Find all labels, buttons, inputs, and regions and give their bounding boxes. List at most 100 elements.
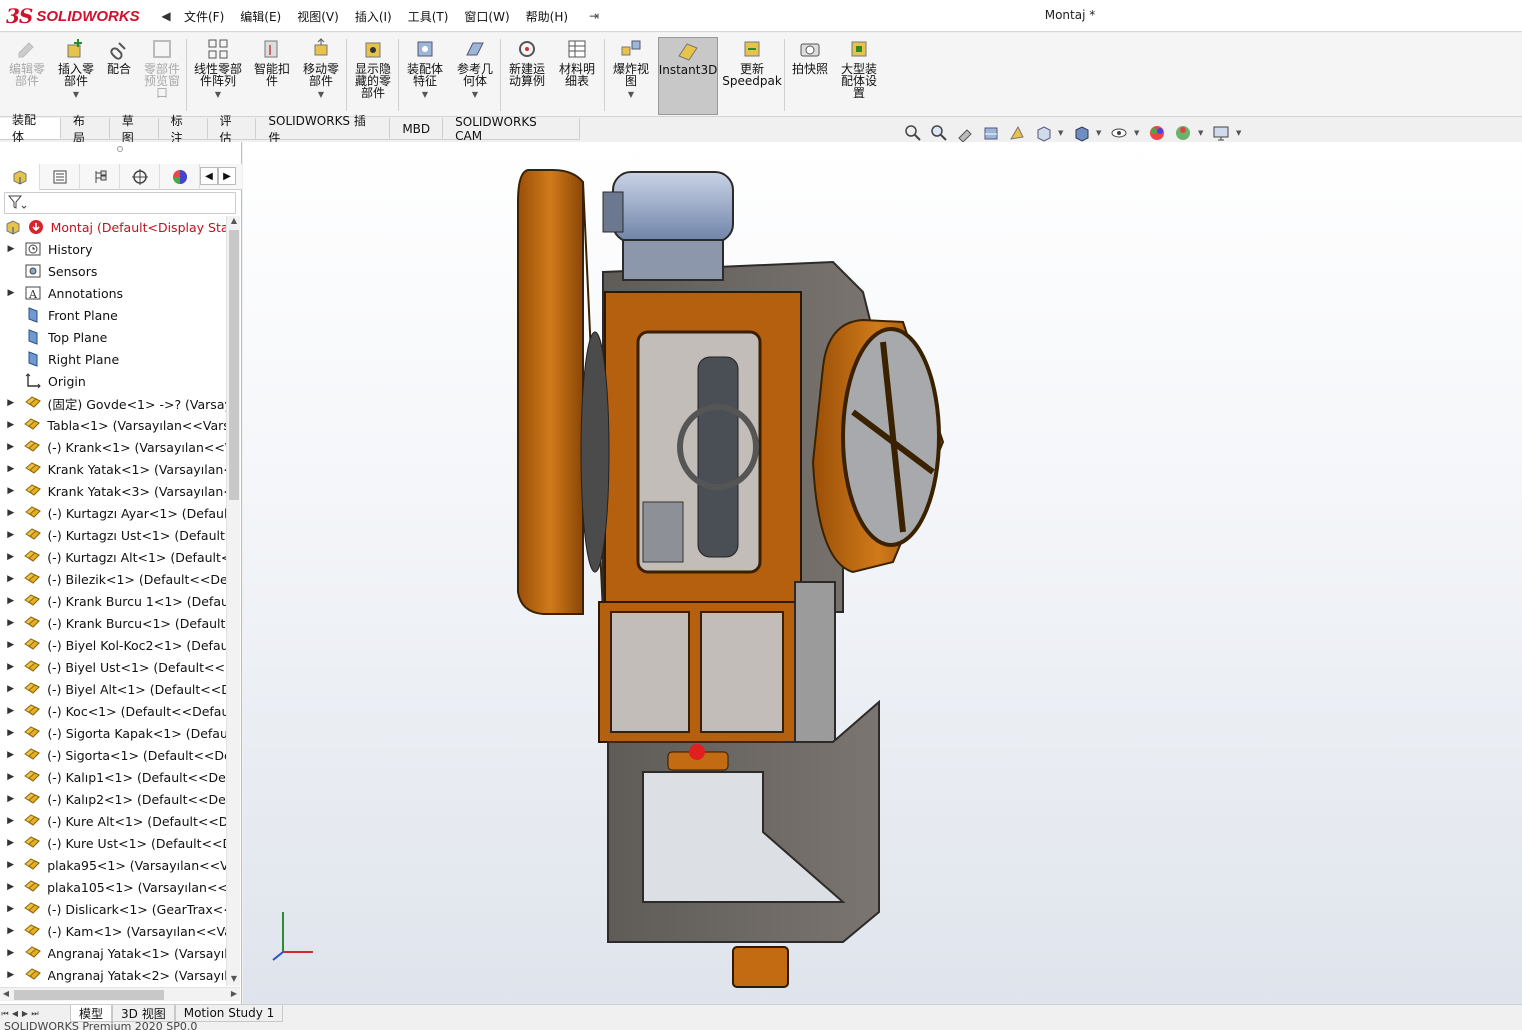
exploded-view-button[interactable]: 爆炸视 图 ▼: [608, 37, 654, 115]
last-tab-icon[interactable]: ⏭: [30, 1009, 40, 1019]
tree-item[interactable]: Sensors: [0, 260, 226, 282]
chevron-down-icon[interactable]: ▼: [472, 89, 478, 101]
tree-item[interactable]: ▶ Krank Yatak<1> (Varsayılan<: [0, 458, 226, 480]
tab-display-manager[interactable]: [160, 164, 200, 190]
hide-show-items-button[interactable]: [1108, 123, 1130, 143]
tree-item[interactable]: Right Plane: [0, 348, 226, 370]
chevron-down-icon[interactable]: ▼: [1198, 129, 1206, 137]
expand-arrow-icon[interactable]: ▶: [6, 442, 15, 452]
chevron-down-icon[interactable]: ▼: [318, 89, 324, 101]
expand-arrow-icon[interactable]: ▶: [6, 420, 15, 430]
expand-arrow-icon[interactable]: ▶: [6, 464, 16, 474]
chevron-down-icon[interactable]: ▼: [628, 89, 634, 101]
solidworks-logo[interactable]: 3S SOLIDWORKS: [6, 2, 154, 30]
move-component-button[interactable]: 移动零 部件 ▼: [298, 37, 344, 115]
tree-item[interactable]: Top Plane: [0, 326, 226, 348]
insert-components-button[interactable]: 插入零 部件 ▼: [54, 37, 98, 115]
tree-item[interactable]: ▶ (-) Dislicark<1> (GearTrax<<V: [0, 898, 226, 920]
scrollbar-thumb[interactable]: [14, 990, 164, 1000]
tab-mbd[interactable]: MBD: [390, 118, 444, 139]
expand-arrow-icon[interactable]: ▶: [6, 860, 15, 870]
chevron-down-icon[interactable]: ▼: [73, 89, 79, 101]
tree-item[interactable]: ▶ (-) Kure Alt<1> (Default<<Def: [0, 810, 226, 832]
expand-arrow-icon[interactable]: ▶: [6, 706, 15, 716]
expand-arrow-icon[interactable]: ▶: [6, 882, 15, 892]
tree-root-assembly[interactable]: Montaj (Default<Display State: [0, 216, 226, 238]
tree-item[interactable]: ▶ (-) Koc<1> (Default<<Default: [0, 700, 226, 722]
tab-motion-study-1[interactable]: Motion Study 1: [174, 1005, 284, 1022]
press-machine-model[interactable]: [243, 142, 1522, 1004]
tabs-scroll-left-icon[interactable]: ◀: [200, 167, 218, 185]
menu-edit[interactable]: 编辑(E): [232, 8, 289, 25]
expand-arrow-icon[interactable]: ▶: [6, 662, 15, 672]
update-speedpak-button[interactable]: 更新 Speedpak: [722, 37, 782, 115]
tree-item[interactable]: ▶ (-) Biyel Ust<1> (Default<<De: [0, 656, 226, 678]
tree-item[interactable]: Origin: [0, 370, 226, 392]
expand-arrow-icon[interactable]: ▶: [6, 926, 15, 936]
tree-item[interactable]: ▶ (-) Krank<1> (Varsayılan<<Va: [0, 436, 226, 458]
tree-item[interactable]: ▶ Krank Yatak<3> (Varsayılan<: [0, 480, 226, 502]
expand-arrow-icon[interactable]: ▶: [6, 794, 15, 804]
apply-scene-button[interactable]: [1172, 123, 1194, 143]
menu-help[interactable]: 帮助(H): [518, 8, 576, 25]
pin-menu-icon[interactable]: ⇥: [582, 9, 606, 23]
tree-item[interactable]: ▶ (-) Sigorta<1> (Default<<Defa: [0, 744, 226, 766]
chevron-down-icon[interactable]: ▼: [1096, 129, 1104, 137]
expand-arrow-icon[interactable]: ▶: [6, 904, 15, 914]
tab-configuration-manager[interactable]: [80, 164, 120, 190]
menu-expand-arrow-icon[interactable]: ◀: [156, 9, 176, 23]
edit-component-button[interactable]: 编辑零 部件: [6, 37, 48, 115]
expand-arrow-icon[interactable]: ▶: [6, 574, 15, 584]
scroll-up-icon[interactable]: ▲: [228, 216, 240, 228]
expand-arrow-icon[interactable]: ▶: [6, 530, 16, 540]
expand-arrow-icon[interactable]: ▶: [6, 948, 16, 958]
tree-item[interactable]: ▶ plaka95<1> (Varsayılan<<Var: [0, 854, 226, 876]
tab-sketch[interactable]: 草图: [109, 114, 159, 145]
tree-item[interactable]: ▶ (-) Kurtagzı Ayar<1> (Default: [0, 502, 226, 524]
tab-dimxpert-manager[interactable]: [120, 164, 160, 190]
reference-geometry-button[interactable]: 参考几 何体 ▼: [452, 37, 498, 115]
graphics-area[interactable]: [243, 142, 1522, 1004]
expand-arrow-icon[interactable]: ▶: [6, 970, 16, 980]
menu-file[interactable]: 文件(F): [176, 8, 232, 25]
expand-arrow-icon[interactable]: ▶: [6, 508, 16, 518]
tab-assembly[interactable]: 装配体: [0, 113, 61, 144]
tree-item[interactable]: Front Plane: [0, 304, 226, 326]
expand-arrow-icon[interactable]: ▶: [6, 398, 16, 408]
tree-item[interactable]: ▶ (-) Bilezik<1> (Default<<Defa: [0, 568, 226, 590]
tree-item[interactable]: ▶ (-) Kam<1> (Varsayılan<<Var: [0, 920, 226, 942]
tree-vertical-scrollbar[interactable]: ▲ ▼: [226, 216, 240, 986]
tree-item[interactable]: ▶ (-) Krank Burcu<1> (Default<: [0, 612, 226, 634]
tree-item[interactable]: ▶ (-) Kalıp1<1> (Default<<Defa: [0, 766, 226, 788]
tree-item[interactable]: ▶ Angranaj Yatak<2> (Varsayıla: [0, 964, 226, 986]
tab-property-manager[interactable]: [40, 164, 80, 190]
expand-arrow-icon[interactable]: ▶: [6, 750, 15, 760]
tab-solidworks-addins[interactable]: SOLIDWORKS 插件: [256, 114, 391, 145]
expand-arrow-icon[interactable]: ▶: [6, 244, 16, 254]
expand-arrow-icon[interactable]: ▶: [6, 288, 16, 298]
expand-arrow-icon[interactable]: ▶: [6, 816, 15, 826]
scrollbar-thumb[interactable]: [229, 230, 239, 500]
panel-splitter-handle[interactable]: [117, 146, 123, 152]
tree-item[interactable]: ▶ A Annotations: [0, 282, 226, 304]
tab-evaluate[interactable]: 评估: [207, 114, 257, 145]
tab-markup[interactable]: 标注: [158, 114, 208, 145]
chevron-down-icon[interactable]: ▼: [215, 89, 221, 101]
bill-of-materials-button[interactable]: 材料明 细表: [554, 37, 600, 115]
scroll-right-icon[interactable]: ▶: [228, 989, 240, 998]
tree-item[interactable]: ▶ (-) Sigorta Kapak<1> (Default: [0, 722, 226, 744]
expand-arrow-icon[interactable]: ▶: [6, 486, 16, 496]
show-hidden-components-button[interactable]: 显示隐 藏的零 部件: [350, 37, 396, 115]
expand-arrow-icon[interactable]: ▶: [6, 684, 15, 694]
view-orientation-button[interactable]: [1032, 123, 1054, 143]
dynamic-annotation-button[interactable]: [1006, 123, 1028, 143]
previous-tab-icon[interactable]: ◀: [10, 1009, 20, 1018]
tree-filter[interactable]: [4, 192, 236, 214]
tree-item[interactable]: ▶ (-) Krank Burcu 1<1> (Default: [0, 590, 226, 612]
tree-horizontal-scrollbar[interactable]: ◀ ▶: [0, 987, 240, 1001]
tree-item[interactable]: ▶ Angranaj Yatak<1> (Varsayıla: [0, 942, 226, 964]
assembly-features-button[interactable]: 装配体 特征 ▼: [402, 37, 448, 115]
tabs-scroll-right-icon[interactable]: ▶: [218, 167, 236, 185]
zoom-to-fit-button[interactable]: [902, 123, 924, 143]
scroll-down-icon[interactable]: ▼: [228, 974, 240, 986]
